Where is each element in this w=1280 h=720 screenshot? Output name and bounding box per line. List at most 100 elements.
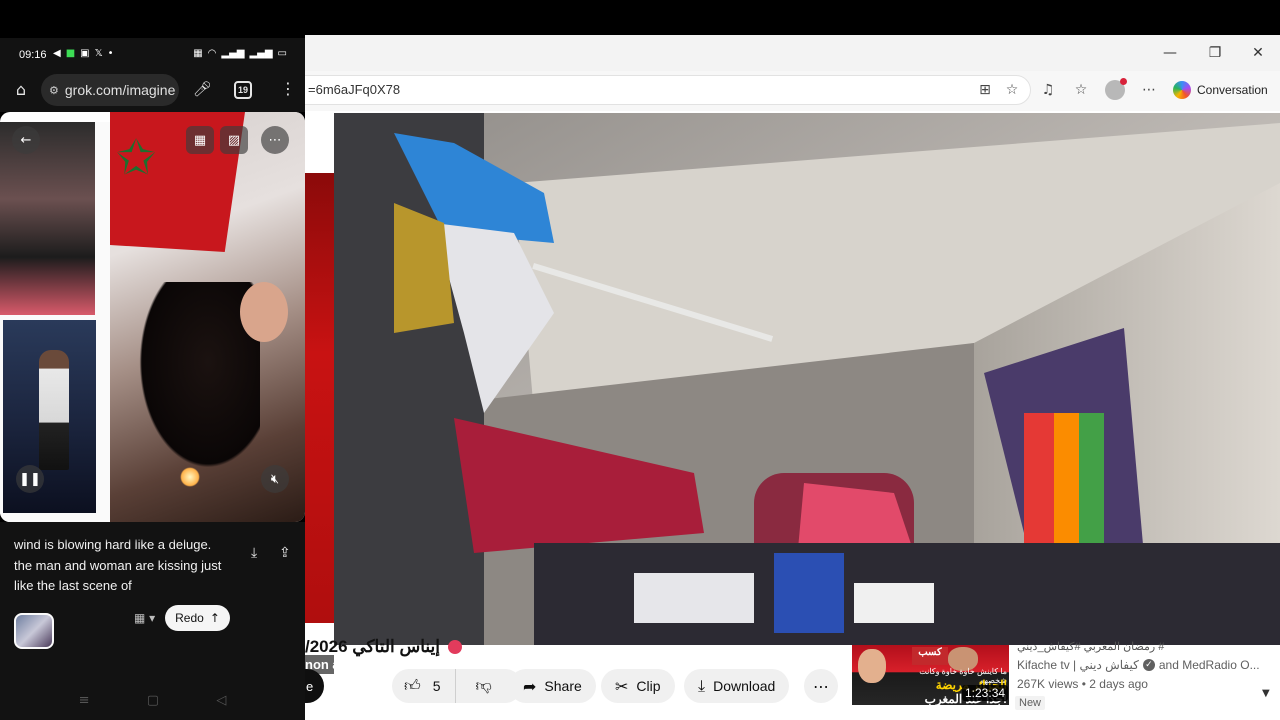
redo-label: Redo <box>175 611 204 625</box>
channel-collab: and MedRadio O... <box>1158 658 1260 672</box>
url-text: =6m6aJFq0X78 <box>308 82 401 97</box>
microphone-icon[interactable]: 🎤︎ <box>193 80 212 98</box>
mode-selector-icon[interactable]: ▦ ▾ <box>134 611 155 625</box>
copilot-conversation-button[interactable]: Conversation <box>1173 76 1268 104</box>
grok-imagine-view: ✩ ← ▦ ▨ ⋯ ❚❚ 🔇︎ <box>0 112 305 522</box>
home-nav-icon[interactable]: ▢ <box>147 693 159 708</box>
recents-icon[interactable]: ≡ <box>79 693 90 708</box>
copilot-label: Conversation <box>1197 83 1268 97</box>
webcam-room-image <box>334 113 1280 645</box>
redo-button[interactable]: Redo ↑ <box>165 605 230 631</box>
data-icon: ▦ <box>193 48 203 59</box>
singer-figure <box>39 350 69 470</box>
mobile-url-text: grok.com/imagine <box>64 82 176 98</box>
webcam-feed <box>334 113 1280 645</box>
download-icon[interactable]: ⤓ <box>251 545 257 561</box>
new-badge: New <box>1015 696 1046 710</box>
up-arrow-icon: ↑ <box>209 611 220 625</box>
recommended-meta: 267K views • 2 days ago <box>1017 677 1148 691</box>
wifi-icon: ◠ <box>207 48 217 59</box>
title-bar: — ❐ ✕ <box>305 35 1280 71</box>
upload-age: 2 days ago <box>1089 677 1148 691</box>
scissors-icon: ✂ <box>615 676 629 696</box>
favorites-icon[interactable]: ☆ <box>1070 79 1092 101</box>
status-system-icons: ▦ ◠ ▂▄▆ ▂▄▆ ▭ <box>193 48 287 59</box>
thumbnail-face-left <box>858 649 886 683</box>
app-available-icon[interactable]: ⊞ <box>974 79 996 101</box>
gallery-icon: ▣ <box>80 48 90 59</box>
collage-photo-couple <box>0 122 95 315</box>
x-app-icon: 𝕏 <box>94 48 103 59</box>
download-icon: ⤓ <box>698 676 706 695</box>
more-options-icon[interactable]: ⋯ <box>261 126 289 154</box>
profile-avatar-icon[interactable] <box>1104 78 1127 101</box>
more-actions-button[interactable]: ⋯ <box>804 669 838 703</box>
thumbs-down-icon: 👎︎ <box>475 676 492 695</box>
share-button[interactable]: ➦ Share <box>509 669 596 703</box>
home-icon[interactable]: ⌂ <box>10 80 32 102</box>
close-button[interactable]: ✕ <box>1238 41 1278 65</box>
phone-mirror: 09:16 ◀ ■ ▣ 𝕏 • ▦ ◠ ▂▄▆ ▂▄▆ ▭ ⌂ ⚙ grok.c… <box>0 38 305 720</box>
clip-button[interactable]: ✂ Clip <box>601 669 675 703</box>
screen: — ❐ ✕ =6m6aJFq0X78 ⊞ ☆ ♫ ☆ ⋯ Conversatio… <box>0 0 1280 720</box>
collage-main-photo: ✩ <box>110 112 305 522</box>
muted-speaker-icon[interactable]: 🔇︎ <box>261 465 289 493</box>
more-notifications-icon: • <box>107 48 114 59</box>
download-label: Download <box>713 678 776 694</box>
address-bar: =6m6aJFq0X78 ⊞ ☆ ♫ ☆ ⋯ Conversation <box>301 71 1280 111</box>
mobile-browser-toolbar: ⌂ ⚙ grok.com/imagine 🎤︎ 19 ⋮ <box>0 72 305 112</box>
signal-icon: ▂▄▆ <box>221 48 245 59</box>
status-bar: 09:16 ◀ ■ ▣ 𝕏 • ▦ ◠ ▂▄▆ ▂▄▆ ▭ <box>0 38 305 72</box>
site-settings-icon[interactable]: ⚙ <box>49 84 59 97</box>
pause-icon[interactable]: ❚❚ <box>16 465 44 493</box>
side-thumbnail[interactable]: non a <box>305 173 334 674</box>
status-time: 09:16 <box>19 49 47 61</box>
download-button[interactable]: ⤓ Download <box>684 669 790 703</box>
channel-name: Kifache tv | كيفاش ديني <box>1017 658 1139 672</box>
like-dislike-group: 👍︎ 5 👎︎ <box>392 669 522 703</box>
thumbnail-headline: كسب <box>912 647 948 665</box>
status-notification-icons: ◀ ■ ▣ 𝕏 • <box>53 48 114 59</box>
video-mode-icon[interactable]: ▦ <box>186 126 214 154</box>
android-nav-bar: ≡ ▢ ◁ <box>0 686 305 714</box>
title-emoji-icon <box>447 640 462 654</box>
channel-button-stub-text: e <box>306 678 314 694</box>
share-icon[interactable]: ⇪ <box>279 545 291 561</box>
reference-image-thumbnail[interactable] <box>14 613 54 649</box>
url-field[interactable]: =6m6aJFq0X78 ⊞ ☆ <box>301 75 1031 105</box>
recommended-video-title[interactable]: رمضان المغربي #كيفاش_ديني # <box>1017 640 1164 653</box>
dislike-button[interactable]: 👎︎ <box>464 669 504 703</box>
video-title: /2026 ⁦إيناس التاكي⁩ <box>305 636 462 658</box>
like-button[interactable]: 👍︎ 5 <box>392 669 456 703</box>
image-mode-icon[interactable]: ▨ <box>220 126 248 154</box>
battery-icon: ▭ <box>277 48 287 59</box>
face-figure <box>240 282 288 342</box>
share-arrow-icon: ➦ <box>523 676 537 696</box>
view-count: 267K views <box>1017 677 1079 691</box>
copilot-icon <box>1173 81 1191 99</box>
maximize-button[interactable]: ❐ <box>1195 41 1235 65</box>
tabs-count-button[interactable]: 19 <box>234 81 252 99</box>
favorite-star-icon[interactable]: ☆ <box>1001 79 1023 101</box>
signal2-icon: ▂▄▆ <box>249 48 273 59</box>
video-title-text: /2026 ⁦إيناس التاكي⁩ <box>305 637 440 656</box>
video-duration-badge: 1:23:34 <box>962 685 1009 701</box>
volume-icon: ◀ <box>53 48 61 59</box>
scroll-down-icon[interactable]: ▼ <box>1262 688 1270 699</box>
recommended-channel[interactable]: Kifache tv | كيفاش ديني ✓ and MedRadio O… <box>1017 658 1260 672</box>
thumbs-up-icon: 👍︎ <box>404 676 421 695</box>
candle-light <box>180 467 200 487</box>
extensions-icon[interactable]: ♫ <box>1037 79 1059 101</box>
flag-star-icon: ✩ <box>116 130 157 186</box>
collage-left-column <box>0 122 110 522</box>
whatsapp-icon: ■ <box>65 48 76 59</box>
clip-label: Clip <box>636 678 661 694</box>
back-nav-icon[interactable]: ◁ <box>216 693 226 708</box>
minimize-button[interactable]: — <box>1150 41 1190 65</box>
more-menu-icon[interactable]: ⋯ <box>1138 79 1160 101</box>
mobile-url-field[interactable]: ⚙ grok.com/imagine <box>41 74 179 106</box>
verified-check-icon: ✓ <box>1142 659 1155 671</box>
back-arrow-icon[interactable]: ← <box>12 126 40 154</box>
mobile-menu-icon[interactable]: ⋮ <box>280 79 296 98</box>
generated-image[interactable]: ✩ ← ▦ ▨ ⋯ ❚❚ 🔇︎ <box>0 112 305 522</box>
